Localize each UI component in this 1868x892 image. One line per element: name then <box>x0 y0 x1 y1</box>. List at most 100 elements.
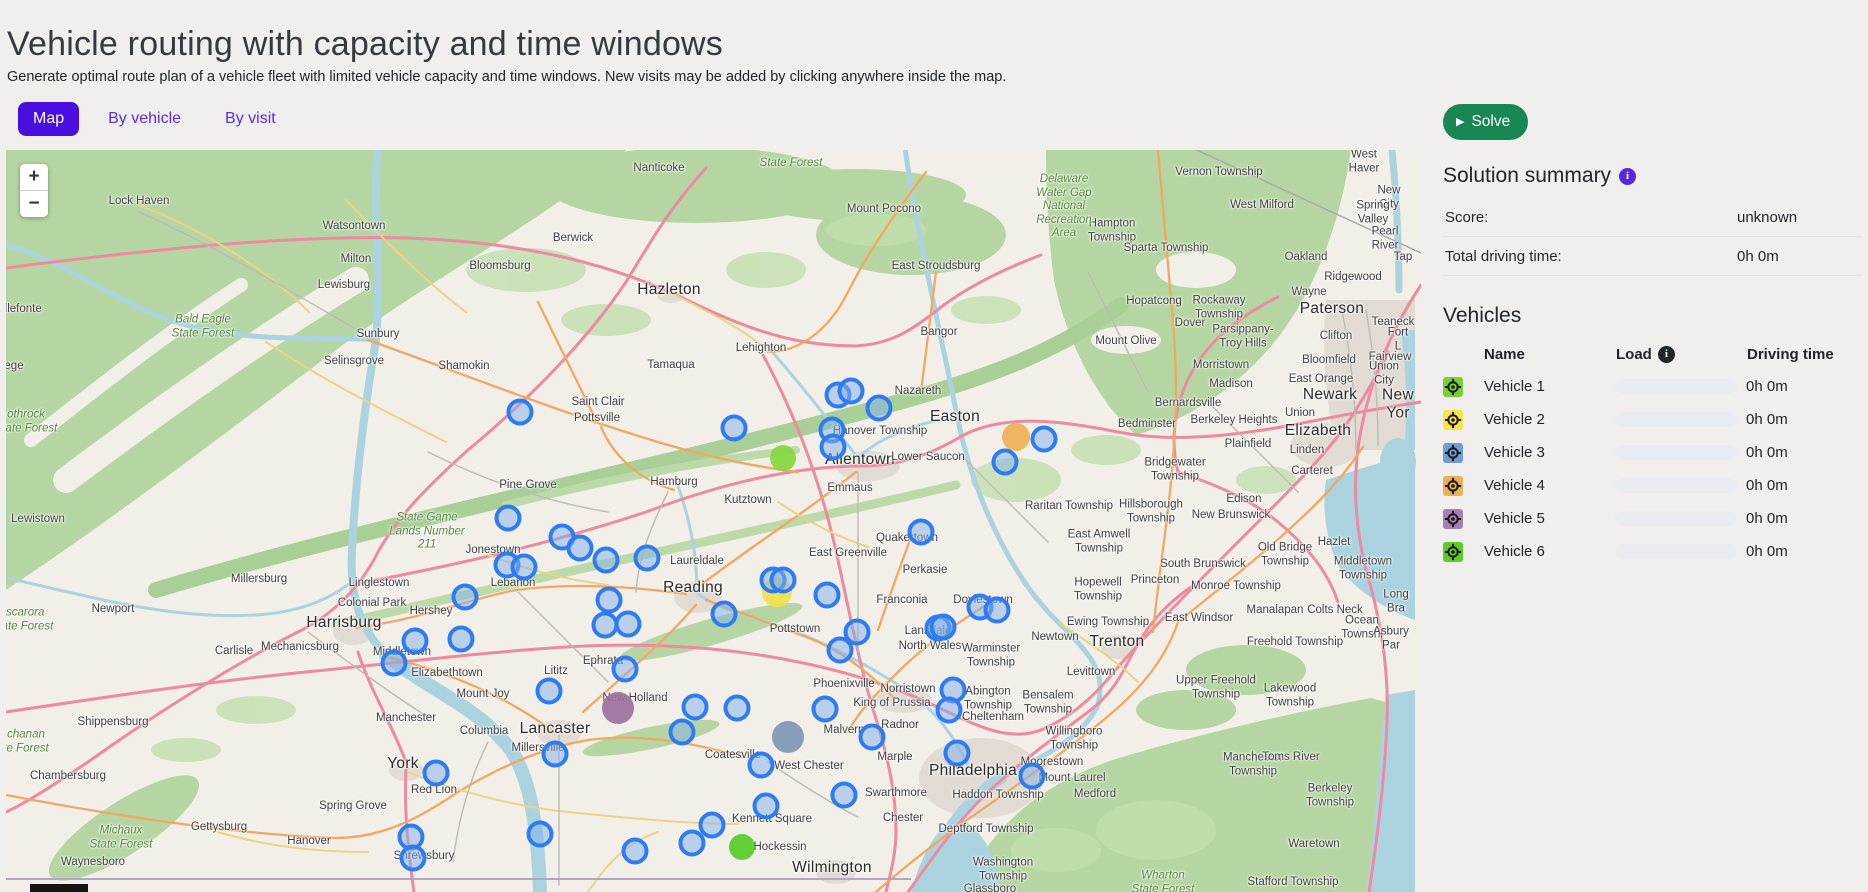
visit-marker[interactable] <box>682 694 709 721</box>
visit-marker[interactable] <box>812 696 839 723</box>
visit-marker[interactable] <box>936 697 963 724</box>
visit-marker[interactable] <box>400 845 427 872</box>
visit-marker[interactable] <box>908 519 935 546</box>
tab-by-vehicle[interactable]: By vehicle <box>93 102 196 136</box>
visit-marker[interactable] <box>770 567 797 594</box>
summary-label: Score: <box>1443 209 1737 226</box>
vehicle-name: Vehicle 3 <box>1484 444 1615 461</box>
visit-marker[interactable] <box>381 650 408 677</box>
visit-marker[interactable] <box>612 656 639 683</box>
page-title: Vehicle routing with capacity and time w… <box>7 25 723 64</box>
visit-marker[interactable] <box>838 378 865 405</box>
visit-marker[interactable] <box>814 582 841 609</box>
visit-marker[interactable] <box>753 793 780 820</box>
summary-row: Total driving time:0h 0m <box>1443 237 1862 276</box>
vehicles-header-row: Name Load i Driving time <box>1443 338 1862 370</box>
visit-marker[interactable] <box>567 535 594 562</box>
visit-marker[interactable] <box>831 782 858 809</box>
load-info-icon[interactable]: i <box>1658 346 1675 363</box>
crosshair-icon <box>1444 378 1462 396</box>
basemap-tiles <box>6 150 1421 892</box>
vehicle-row[interactable]: Vehicle 1 0h 0m <box>1443 370 1862 403</box>
visit-marker[interactable] <box>1031 426 1058 453</box>
play-icon: ▶ <box>1456 117 1464 128</box>
load-bar <box>1615 379 1737 394</box>
driving-time-value: 0h 0m <box>1746 444 1788 461</box>
summary-value: unknown <box>1737 209 1797 226</box>
visit-marker[interactable] <box>820 434 847 461</box>
visit-marker[interactable] <box>423 760 450 787</box>
driving-time-value: 0h 0m <box>1746 378 1788 395</box>
visit-marker[interactable] <box>992 449 1019 476</box>
visit-marker[interactable] <box>724 695 751 722</box>
visit-marker[interactable] <box>711 601 738 628</box>
visit-marker[interactable] <box>748 752 775 779</box>
visit-marker[interactable] <box>679 830 706 857</box>
visit-marker[interactable] <box>495 505 522 532</box>
depot-marker[interactable] <box>602 692 634 724</box>
visit-marker[interactable] <box>596 587 623 614</box>
visit-marker[interactable] <box>944 740 971 767</box>
visit-marker[interactable] <box>402 628 429 655</box>
load-bar <box>1615 478 1737 493</box>
vehicle-name: Vehicle 2 <box>1484 411 1615 428</box>
solve-button-label: Solve <box>1471 113 1510 131</box>
zoom-out-button[interactable]: − <box>20 191 48 217</box>
visit-marker[interactable] <box>536 678 563 705</box>
solution-summary-title: Solution summary <box>1443 164 1611 188</box>
depot-marker[interactable] <box>772 721 804 753</box>
solution-summary-heading: Solution summary i <box>1443 164 1862 188</box>
crosshair-icon <box>1444 510 1462 528</box>
visit-marker[interactable] <box>511 554 538 581</box>
vehicle-color-icon <box>1443 476 1463 496</box>
visit-marker[interactable] <box>634 545 661 572</box>
vehicle-color-icon <box>1443 542 1463 562</box>
visit-marker[interactable] <box>930 614 957 641</box>
visit-marker[interactable] <box>452 584 479 611</box>
visit-marker[interactable] <box>827 637 854 664</box>
visit-marker[interactable] <box>984 597 1011 624</box>
column-load: Load i <box>1616 346 1747 363</box>
visit-marker[interactable] <box>622 838 649 865</box>
unknown-dark-artifact <box>30 884 88 892</box>
vehicle-row[interactable]: Vehicle 2 0h 0m <box>1443 403 1862 436</box>
vehicle-name: Vehicle 1 <box>1484 378 1615 395</box>
depot-marker[interactable] <box>1002 423 1030 451</box>
visit-marker[interactable] <box>448 626 475 653</box>
vehicle-color-icon <box>1443 377 1463 397</box>
load-bar <box>1615 544 1737 559</box>
summary-row: Score:unknown <box>1443 198 1862 237</box>
visit-marker[interactable] <box>542 741 569 768</box>
visit-marker[interactable] <box>527 821 554 848</box>
tab-map[interactable]: Map <box>18 102 79 136</box>
visit-marker[interactable] <box>1019 763 1046 790</box>
visit-marker[interactable] <box>593 547 620 574</box>
visit-marker[interactable] <box>866 395 893 422</box>
depot-marker[interactable] <box>729 834 755 860</box>
visit-marker[interactable] <box>859 724 886 751</box>
vehicle-name: Vehicle 5 <box>1484 510 1615 527</box>
load-bar <box>1615 511 1737 526</box>
column-name: Name <box>1484 346 1616 363</box>
vehicle-color-icon <box>1443 509 1463 529</box>
depot-marker[interactable] <box>770 445 796 471</box>
driving-time-value: 0h 0m <box>1746 411 1788 428</box>
vehicle-row[interactable]: Vehicle 5 0h 0m <box>1443 502 1862 535</box>
vehicle-row[interactable]: Vehicle 6 0h 0m <box>1443 535 1862 568</box>
visit-marker[interactable] <box>507 399 534 426</box>
map-canvas[interactable]: + − Lock HavenWatsontownMiltonLewisburgS… <box>6 150 1421 892</box>
visit-marker[interactable] <box>669 719 696 746</box>
visit-marker[interactable] <box>721 415 748 442</box>
summary-label: Total driving time: <box>1443 248 1737 265</box>
page-subtitle: Generate optimal route plan of a vehicle… <box>7 69 1006 85</box>
solve-button[interactable]: ▶ Solve <box>1443 104 1528 140</box>
zoom-in-button[interactable]: + <box>20 164 48 190</box>
tab-by-visit[interactable]: By visit <box>210 102 291 136</box>
vehicle-row[interactable]: Vehicle 4 0h 0m <box>1443 469 1862 502</box>
visit-marker[interactable] <box>615 611 642 638</box>
crosshair-icon <box>1444 444 1462 462</box>
info-icon[interactable]: i <box>1619 168 1636 185</box>
vehicle-row[interactable]: Vehicle 3 0h 0m <box>1443 436 1862 469</box>
load-bar <box>1615 412 1737 427</box>
solution-summary-table: Score:unknownTotal driving time:0h 0m <box>1443 198 1862 276</box>
